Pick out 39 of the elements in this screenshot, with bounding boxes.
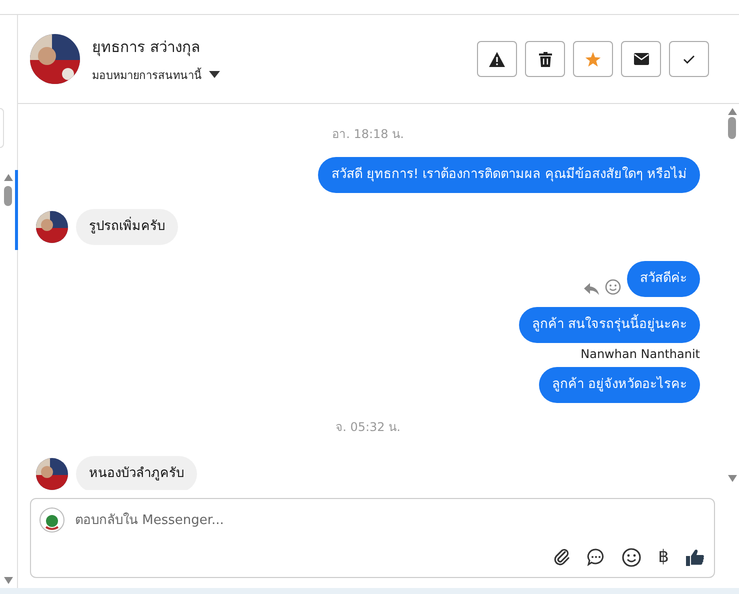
scrollbar-thumb[interactable] <box>728 117 736 139</box>
trash-icon <box>538 52 552 66</box>
timestamp: จ. 05:32 น. <box>336 419 400 436</box>
assign-dropdown[interactable]: มอบหมายการสนทนานี้ <box>92 66 220 84</box>
check-button[interactable] <box>669 41 709 77</box>
mail-button[interactable] <box>621 41 661 77</box>
reply-icon[interactable] <box>584 283 599 295</box>
timestamp: อา. 18:18 น. <box>332 126 404 143</box>
scroll-up-icon[interactable] <box>728 108 736 115</box>
message-bubble: สวัสดี ยุทธการ! เราต้องการติดตามผล คุณมีข้อสงสัยใดๆ หรือไม่ <box>318 157 700 193</box>
avatar <box>36 211 68 243</box>
trash-button[interactable] <box>525 41 565 77</box>
check-icon <box>683 54 695 64</box>
mail-icon <box>634 53 648 65</box>
avatar <box>36 458 68 490</box>
sender-name: Nanwhan Nanthanit <box>580 347 700 361</box>
attach-icon[interactable] <box>554 548 570 566</box>
scroll-up-icon[interactable] <box>4 174 13 181</box>
message-bubble: ลูกค้า อยู่จังหวัดอะไรคะ <box>538 367 700 403</box>
message-bubble: สวัสดีค่ะ <box>627 261 700 297</box>
page-logo <box>39 507 65 533</box>
emoji-icon[interactable] <box>622 548 642 566</box>
star-icon <box>585 52 601 66</box>
warning-icon <box>489 52 505 66</box>
thumbs-up-icon[interactable] <box>686 548 704 566</box>
reply-box[interactable]: ตอบกลับใน Messenger... ฿ <box>30 498 715 578</box>
scrollbar-thumb[interactable] <box>4 186 12 206</box>
message-bubble: หนองบัวลำภูครับ <box>76 456 197 490</box>
warning-button[interactable] <box>477 41 517 77</box>
contact-name: ยุทธการ สว่างกุล <box>92 36 201 58</box>
message-bubble: รูปรถเพิ่มครับ <box>76 209 178 245</box>
chat-icon[interactable] <box>587 548 606 566</box>
avatar <box>30 34 80 84</box>
star-button[interactable] <box>573 41 613 77</box>
scroll-down-icon[interactable] <box>728 475 736 482</box>
caret-icon <box>209 71 220 78</box>
message-bubble: ลูกค้า สนใจรถรุ่นนี้อยู่นะคะ <box>518 307 700 343</box>
scroll-down-icon[interactable] <box>4 577 13 584</box>
currency-button[interactable]: ฿ <box>658 547 669 567</box>
